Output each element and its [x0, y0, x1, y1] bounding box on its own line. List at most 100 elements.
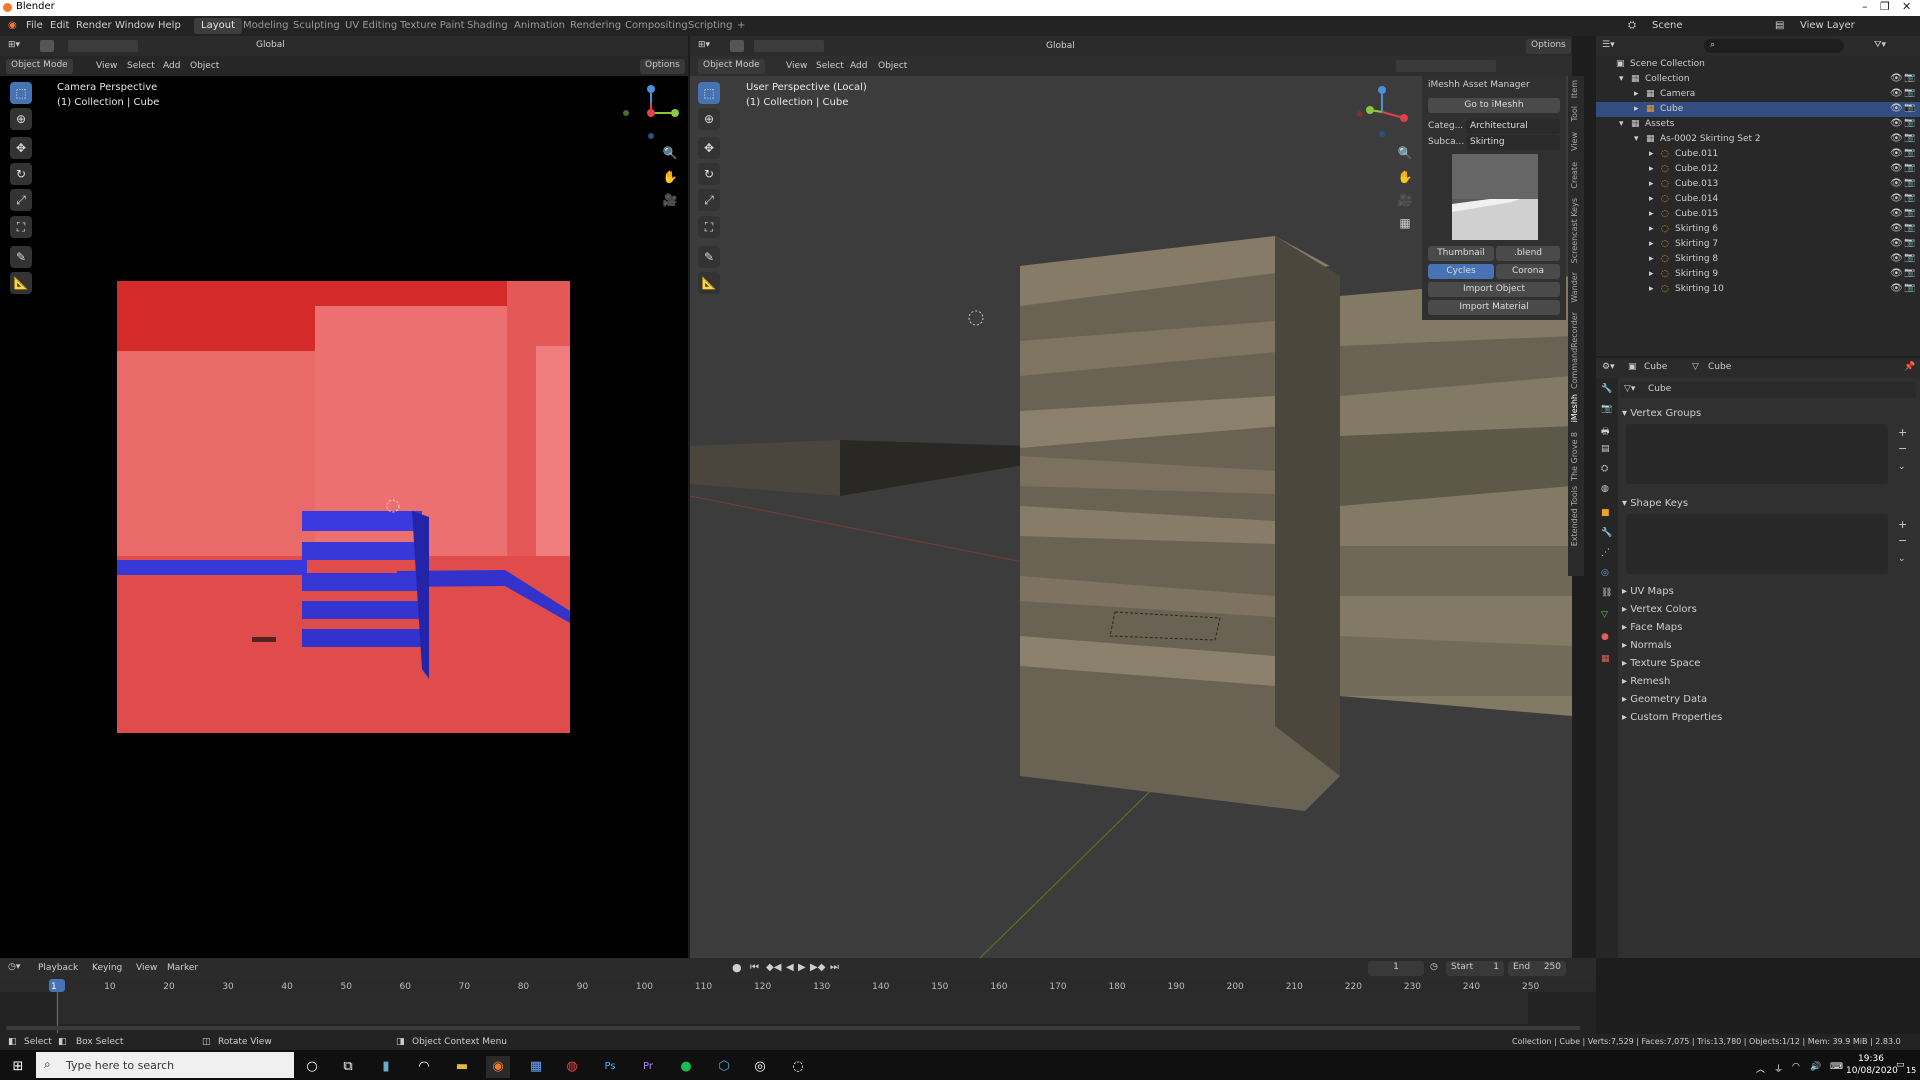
select-mode-toggles[interactable]: [68, 40, 138, 52]
expand-arrow-icon[interactable]: ▸: [1634, 104, 1639, 114]
outliner-row[interactable]: ▸ ◌ Cube.013 👁 📷: [1596, 177, 1920, 192]
visibility-eye-icon[interactable]: 👁: [1890, 268, 1903, 279]
expand-arrow-icon[interactable]: ▾: [1619, 119, 1624, 129]
tab-wander[interactable]: Wander: [1570, 272, 1579, 303]
windows-start-icon[interactable]: ⊞: [6, 1056, 30, 1078]
mesh-data-props-icon[interactable]: ▽: [1601, 610, 1608, 620]
timeline-menu-keying[interactable]: Keying: [92, 963, 122, 973]
outliner-row[interactable]: ▸ ◌ Skirting 7 👁 📷: [1596, 237, 1920, 252]
visibility-eye-icon[interactable]: 👁: [1890, 238, 1903, 249]
render-camera-icon[interactable]: 📷: [1904, 253, 1915, 263]
expand-arrow-icon[interactable]: ▸: [1649, 149, 1654, 159]
outliner-row[interactable]: ▸ ◌ Skirting 8 👁 📷: [1596, 252, 1920, 267]
menu-render[interactable]: Render: [76, 20, 112, 31]
outliner-filter-icon[interactable]: ⛛▾: [1874, 40, 1886, 50]
minimize-button[interactable]: –: [1862, 0, 1868, 13]
menu-edit[interactable]: Edit: [50, 20, 69, 31]
expand-arrow-icon[interactable]: ▸: [1649, 239, 1654, 249]
shape-key-menu-icon[interactable]: ⌄: [1898, 554, 1906, 564]
scene-name[interactable]: Scene: [1652, 20, 1683, 31]
current-frame-field[interactable]: 1: [1368, 961, 1424, 976]
expand-arrow-icon[interactable]: ▸: [1649, 194, 1654, 204]
visibility-eye-icon[interactable]: 👁: [1890, 118, 1903, 129]
render-camera-icon[interactable]: 📷: [1904, 148, 1915, 158]
vertex-group-menu-icon[interactable]: ⌄: [1898, 462, 1906, 472]
blender-taskbar-icon[interactable]: ◉: [486, 1056, 510, 1078]
visibility-eye-icon[interactable]: 👁: [1890, 208, 1903, 219]
tool-measure-icon[interactable]: 📐: [10, 272, 32, 294]
next-keyframe-icon[interactable]: ▶◆: [810, 962, 825, 973]
photoshop-icon[interactable]: Ps: [598, 1056, 622, 1078]
tab-item[interactable]: Item: [1570, 80, 1579, 98]
object-props-icon[interactable]: ■: [1601, 508, 1610, 518]
properties-section[interactable]: ▸ Face Maps: [1622, 622, 1682, 633]
outliner-row[interactable]: ▸ ▦ Camera 👁 📷: [1596, 87, 1920, 102]
tab-screencast-keys[interactable]: Screencast Keys: [1570, 198, 1579, 263]
view-layer-name[interactable]: View Layer: [1800, 20, 1855, 31]
right-tool-rotate-icon[interactable]: ↻: [698, 163, 720, 185]
import-material-button[interactable]: Import Material: [1428, 300, 1560, 315]
outliner-row[interactable]: ▸ ◌ Cube.011 👁 📷: [1596, 147, 1920, 162]
tool-props-icon[interactable]: 🔧: [1601, 384, 1612, 394]
goto-imeshh-button[interactable]: Go to iMeshh: [1428, 98, 1560, 113]
add-workspace-button[interactable]: +: [730, 18, 752, 34]
left-transform-orientation[interactable]: Global: [250, 39, 310, 53]
start-frame-field[interactable]: Start 1: [1446, 961, 1504, 976]
right-select-box-icon[interactable]: [730, 40, 744, 52]
spotify-icon[interactable]: ●: [674, 1056, 698, 1078]
render-camera-icon[interactable]: 📷: [1904, 88, 1915, 98]
render-camera-icon[interactable]: 📷: [1904, 163, 1915, 173]
material-props-icon[interactable]: ●: [1601, 632, 1609, 642]
right-editor-type-icon[interactable]: ⊞▾: [698, 40, 710, 50]
visibility-eye-icon[interactable]: 👁: [1890, 88, 1903, 99]
visibility-eye-icon[interactable]: 👁: [1890, 148, 1903, 159]
render-camera-icon[interactable]: 📷: [1904, 73, 1915, 83]
visibility-eye-icon[interactable]: 👁: [1890, 163, 1903, 174]
tool-annotate-icon[interactable]: ✎: [10, 246, 32, 268]
visibility-eye-icon[interactable]: 👁: [1890, 223, 1903, 234]
render-camera-icon[interactable]: 📷: [1904, 283, 1915, 293]
expand-arrow-icon[interactable]: ▸: [1649, 269, 1654, 279]
taskbar-app-5-icon[interactable]: ◌: [786, 1056, 810, 1078]
texture-props-icon[interactable]: ▦: [1601, 654, 1610, 664]
properties-editor-icon[interactable]: ⚙▾: [1602, 362, 1615, 372]
render-camera-icon[interactable]: 📷: [1904, 268, 1915, 278]
visibility-eye-icon[interactable]: 👁: [1890, 103, 1903, 114]
calculator-icon[interactable]: ▦: [524, 1056, 548, 1078]
engine-corona-button[interactable]: Corona: [1496, 264, 1560, 279]
render-camera-icon[interactable]: 📷: [1904, 133, 1915, 143]
tray-network-icon[interactable]: ◠: [1792, 1062, 1800, 1072]
premiere-icon[interactable]: Pr: [636, 1056, 660, 1078]
remove-vertex-group-icon[interactable]: −: [1898, 442, 1907, 455]
left-menu-select[interactable]: Select: [127, 61, 155, 71]
play-reverse-icon[interactable]: ◀: [786, 962, 794, 973]
expand-arrow-icon[interactable]: ▸: [1649, 179, 1654, 189]
visibility-eye-icon[interactable]: 👁: [1890, 193, 1903, 204]
right-tool-measure-icon[interactable]: 📐: [698, 272, 720, 294]
left-menu-view[interactable]: View: [96, 61, 117, 71]
preview-range-icon[interactable]: ◷: [1430, 962, 1438, 972]
prev-keyframe-icon[interactable]: ◆◀: [766, 962, 781, 973]
timeline-menu-marker[interactable]: Marker: [167, 963, 198, 973]
visibility-eye-icon[interactable]: 👁: [1890, 178, 1903, 189]
record-icon[interactable]: ●: [732, 961, 742, 974]
blend-button[interactable]: .blend: [1496, 246, 1560, 261]
expand-arrow-icon[interactable]: ▸: [1634, 89, 1639, 99]
left-zoom-icon[interactable]: 🔍: [660, 143, 680, 163]
right-menu-object[interactable]: Object: [878, 61, 907, 71]
right-tool-scale-icon[interactable]: ⤢: [698, 189, 720, 211]
properties-section[interactable]: ▸ Geometry Data: [1622, 694, 1707, 705]
outliner-row[interactable]: ▣ Scene Collection: [1596, 57, 1920, 72]
properties-section[interactable]: ▸ Custom Properties: [1622, 712, 1722, 723]
tool-cursor-icon[interactable]: ⊕: [10, 108, 32, 130]
cortana-icon[interactable]: ○: [300, 1056, 324, 1078]
physics-props-icon[interactable]: ◎: [1601, 568, 1609, 578]
asset-thumbnail[interactable]: [1452, 154, 1538, 240]
expand-arrow-icon[interactable]: ▸: [1649, 224, 1654, 234]
outliner-row[interactable]: ▸ ◌ Skirting 10 👁 📷: [1596, 282, 1920, 297]
tab-view[interactable]: View: [1570, 132, 1579, 151]
outliner-search-input[interactable]: ⌕: [1704, 39, 1844, 53]
left-options-dropdown[interactable]: Options: [640, 59, 685, 74]
render-props-icon[interactable]: 📷: [1601, 404, 1612, 414]
taskbar-date[interactable]: 10/08/2020: [1846, 1066, 1898, 1076]
